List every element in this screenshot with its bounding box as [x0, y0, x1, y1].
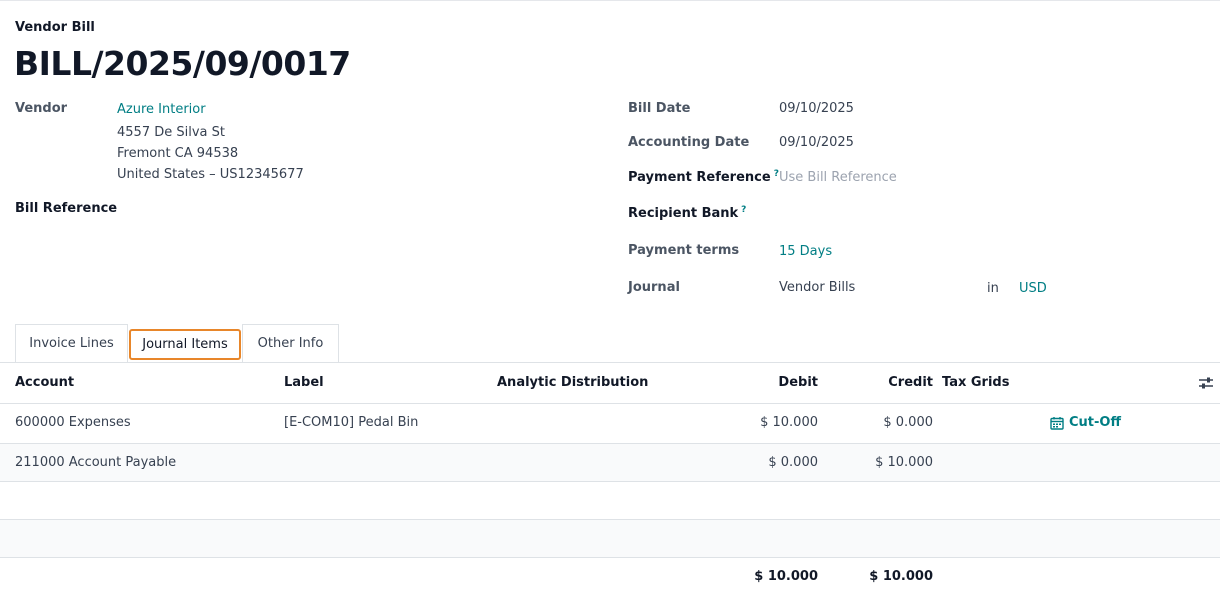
journal-field[interactable]: Vendor Bills [779, 280, 855, 295]
tab-other-info[interactable]: Other Info [242, 324, 339, 362]
total-credit: $ 10.000 [869, 569, 933, 584]
row-label: [E-COM10] Pedal Bin [284, 415, 419, 430]
recipient-bank-label: Recipient Bank? [628, 205, 747, 221]
row-credit: $ 10.000 [875, 455, 933, 470]
in-label: in [987, 281, 999, 296]
row-background [0, 444, 1220, 481]
row-account: 211000 Account Payable [15, 455, 177, 470]
row-account: 600000 Expenses [15, 415, 131, 430]
payment-terms-label: Payment terms [628, 243, 740, 258]
cut-off-label: Cut-Off [1069, 415, 1121, 430]
row-debit: $ 10.000 [760, 415, 818, 430]
bill-date-field[interactable]: 09/10/2025 [779, 101, 854, 116]
cut-off-button[interactable]: Cut-Off [1050, 415, 1121, 430]
payment-terms-link[interactable]: 15 Days [779, 244, 832, 259]
vendor-link[interactable]: Azure Interior [117, 102, 206, 117]
column-analytic-distribution[interactable]: Analytic Distribution [497, 375, 648, 390]
column-tax-grids[interactable]: Tax Grids [942, 375, 1009, 390]
vendor-address-line2: Fremont CA 94538 [117, 146, 239, 161]
payment-reference-label: Payment Reference? [628, 169, 779, 185]
bill-number-title: BILL/2025/09/0017 [14, 44, 351, 83]
journal-label: Journal [628, 280, 680, 295]
tab-invoice-lines[interactable]: Invoice Lines [15, 324, 128, 362]
top-border [0, 0, 1220, 1]
vendor-address-line1: 4557 De Silva St [117, 125, 225, 140]
row-divider [0, 557, 1220, 558]
total-debit: $ 10.000 [754, 569, 818, 584]
row-divider [0, 481, 1220, 482]
bill-reference-input[interactable] [117, 196, 587, 220]
recipient-bank-input[interactable] [779, 202, 1199, 226]
header-divider [0, 403, 1220, 404]
vendor-label: Vendor [15, 101, 68, 116]
column-label[interactable]: Label [284, 375, 324, 390]
help-icon[interactable]: ? [741, 205, 746, 215]
row-credit: $ 0.000 [883, 415, 933, 430]
row-debit: $ 0.000 [768, 455, 818, 470]
row-background [0, 520, 1220, 557]
column-account[interactable]: Account [15, 375, 74, 390]
currency-link[interactable]: USD [1019, 281, 1047, 296]
tab-journal-items[interactable]: Journal Items [129, 329, 241, 360]
sliders-icon[interactable] [1198, 375, 1214, 391]
bill-date-label: Bill Date [628, 101, 691, 116]
column-debit[interactable]: Debit [738, 375, 818, 390]
vendor-address-line3: United States – US12345677 [117, 167, 304, 182]
tabs-divider [0, 362, 1220, 363]
accounting-date-field[interactable]: 09/10/2025 [779, 135, 854, 150]
calendar-icon [1050, 416, 1064, 430]
payment-reference-input[interactable]: Use Bill Reference [779, 170, 897, 185]
document-type: Vendor Bill [15, 20, 95, 35]
accounting-date-label: Accounting Date [628, 135, 750, 150]
bill-reference-label: Bill Reference [15, 201, 118, 216]
column-credit[interactable]: Credit [853, 375, 933, 390]
